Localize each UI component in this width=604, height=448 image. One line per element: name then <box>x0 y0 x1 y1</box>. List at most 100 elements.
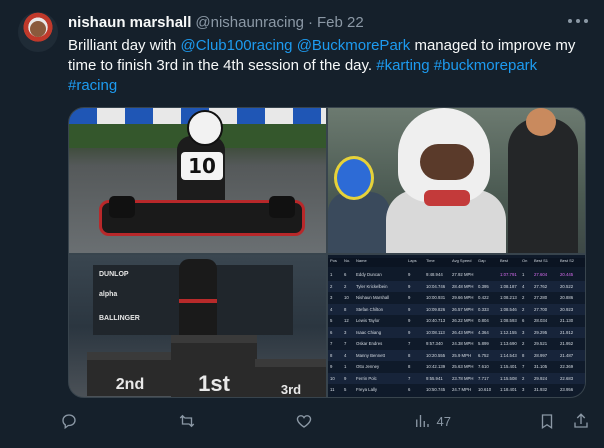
results-cell: 31.105 <box>534 364 548 369</box>
results-cell: 10:40.713 <box>426 318 446 323</box>
results-cell: 4 <box>330 306 333 312</box>
results-cell: 9 <box>408 329 411 335</box>
results-cell: 9 <box>330 364 333 369</box>
results-cell: 0.422 <box>478 295 489 300</box>
results-cell: 2 <box>344 283 347 289</box>
results-cell: 7 <box>344 341 347 346</box>
sponsor-logo: alpha <box>99 291 118 298</box>
background-person <box>508 118 578 253</box>
results-cell: 5.899 <box>478 341 489 346</box>
results-cell: 28.997 <box>534 352 548 358</box>
tweet-text: Brilliant day with @Club100racing @Buckm… <box>68 36 588 96</box>
results-cell: 2 <box>330 283 333 289</box>
results-cell: 7 <box>522 364 525 369</box>
retweet-button[interactable] <box>178 412 248 430</box>
results-cell: 1:13.690 <box>500 341 517 346</box>
results-cell: 9 <box>408 306 411 312</box>
results-cell: 3 <box>522 329 525 335</box>
author-name[interactable]: nishaun marshall <box>68 14 191 31</box>
results-cell: 1:18.401 <box>500 387 517 392</box>
hashtag-link[interactable]: #buckmorepark <box>434 57 537 74</box>
results-cell: 2 <box>522 295 525 300</box>
results-cell: 8 <box>408 352 411 358</box>
results-cell: 4 <box>522 283 525 289</box>
results-cell: Ferrin Polc <box>356 375 377 381</box>
reply-button[interactable] <box>60 412 130 430</box>
sponsor-logo: BALLINGER <box>99 315 140 322</box>
tweet-text-part: Brilliant day with <box>68 37 181 54</box>
results-cell: 3 <box>330 295 333 300</box>
results-row: 1 6 Eddy Duncan 9 9:48.944 27.92 MPH 1:07.791 1… <box>328 269 585 280</box>
results-cell: 9 <box>408 272 411 277</box>
mention-link[interactable]: @Club100racing <box>181 37 293 54</box>
results-cell: 21.487 <box>560 352 574 358</box>
results-cell: 8 <box>408 364 411 369</box>
author-avatar[interactable] <box>18 12 58 52</box>
results-cell: 29.295 <box>534 329 548 335</box>
podium-second: 2nd <box>87 352 173 396</box>
results-cell: 24.38 MPH <box>452 341 474 346</box>
results-cell: 22.683 <box>560 375 574 381</box>
more-options-icon[interactable] <box>568 14 588 28</box>
results-header-cell: Laps <box>408 258 417 263</box>
kart-wheel <box>109 196 135 218</box>
results-cell: 27.604 <box>534 272 548 277</box>
results-cell: 7 <box>408 341 411 346</box>
results-cell: 22.369 <box>560 364 574 369</box>
results-cell: 12 <box>344 318 349 323</box>
photo-podium[interactable]: DUNLOP alpha BALLINGER 2nd 1st 3rd <box>69 255 326 397</box>
like-button[interactable] <box>295 412 365 430</box>
hashtag-link[interactable]: #racing <box>68 77 117 94</box>
background-person-head <box>526 108 556 136</box>
results-cell: Freya Lally <box>356 387 378 392</box>
results-cell: 1:08.546 <box>500 306 517 312</box>
photo-driver-closeup[interactable] <box>328 108 585 253</box>
podium-third-label: 3rd <box>280 382 302 397</box>
side-driver-helmet <box>334 156 374 200</box>
podium-third: 3rd <box>255 359 326 397</box>
results-cell: 6 <box>330 329 333 335</box>
results-cell: 0.395 <box>478 283 489 289</box>
results-cell: 26.22 MPH <box>452 318 474 323</box>
results-cell: Tyler Krickelbein <box>356 283 388 289</box>
results-cell: 6 <box>522 318 525 323</box>
results-cell: 23.78 MPH <box>452 375 474 381</box>
share-icon[interactable] <box>572 412 590 430</box>
results-cell: 10:20.555 <box>426 352 446 358</box>
results-cell: 20.445 <box>560 272 574 277</box>
results-cell: 20.886 <box>560 295 574 300</box>
results-cell: 20.923 <box>560 306 574 312</box>
results-cell: 29.521 <box>534 341 548 346</box>
photo-results-table[interactable]: Pos No. Name Laps Time Avg Speed Gap Bes… <box>328 255 585 397</box>
results-header-cell: Best S1 <box>534 258 549 263</box>
results-cell: 21.952 <box>560 341 574 346</box>
results-cell: 1 <box>330 272 333 277</box>
results-header: Pos No. Name Laps Time Avg Speed Gap Bes… <box>328 258 585 267</box>
results-row: 4 8 Stefan Chilton 9 10:09.826 26.57 MPH 0.333… <box>328 303 585 315</box>
results-cell: 2 <box>522 341 525 346</box>
results-cell: 10:09.826 <box>426 306 446 312</box>
results-cell: 23.956 <box>560 387 574 392</box>
results-cell: 9 <box>408 318 411 323</box>
views-button[interactable]: 47 <box>413 412 483 430</box>
results-cell: 29.924 <box>534 375 548 381</box>
results-header-cell: No. <box>344 258 351 263</box>
results-cell: 8 <box>522 352 525 358</box>
author-handle[interactable]: @nishaunracing <box>195 14 304 31</box>
results-cell: 8 <box>344 306 347 312</box>
results-cell: 10.610 <box>478 387 492 392</box>
photo-kart[interactable]: 10 <box>69 108 326 253</box>
results-cell: 11 <box>330 387 335 392</box>
podium-first: 1st <box>171 335 257 397</box>
results-cell: Lewis Taylor <box>356 318 380 323</box>
tweet-date[interactable]: Feb 22 <box>317 14 364 31</box>
avatar-face <box>30 21 46 37</box>
results-header-cell: Best S2 <box>560 258 575 263</box>
results-cell: 10 <box>330 375 335 381</box>
hashtag-link[interactable]: #karting <box>376 57 429 74</box>
mention-link[interactable]: @BuckmorePark <box>297 37 411 54</box>
results-cell: 26.57 MPH <box>452 306 474 312</box>
results-row: 10 9 Ferrin Polc 7 9:55.941 23.78 MPH 7.717 1:1… <box>328 372 585 384</box>
bookmark-icon[interactable] <box>538 412 556 430</box>
results-header-cell: Name <box>356 258 367 263</box>
